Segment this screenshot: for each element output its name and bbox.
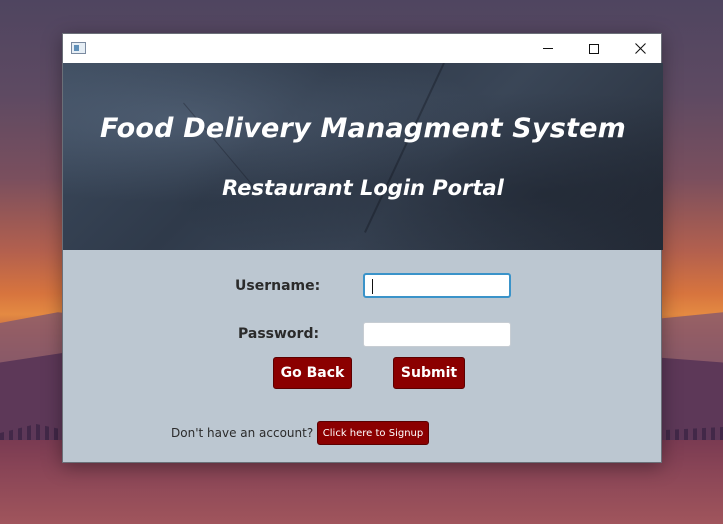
banner-texture	[364, 63, 445, 233]
signup-prompt: Don't have an account?	[171, 426, 314, 440]
header-banner: Food Delivery Managment System Restauran…	[63, 63, 663, 250]
close-icon	[634, 43, 646, 54]
portal-subtitle: Restaurant Login Portal	[222, 176, 504, 200]
text-caret	[372, 279, 373, 294]
minimize-icon	[543, 48, 553, 49]
username-label: Username:	[235, 278, 321, 294]
minimize-button[interactable]	[525, 34, 571, 63]
login-window: Food Delivery Managment System Restauran…	[62, 33, 663, 463]
go-back-button[interactable]: Go Back	[273, 357, 352, 389]
app-title: Food Delivery Managment System	[100, 113, 626, 144]
submit-button[interactable]: Submit	[393, 357, 465, 389]
signup-button[interactable]: Click here to Signup	[317, 421, 429, 445]
window-app-icon	[71, 42, 86, 54]
maximize-icon	[589, 43, 599, 54]
close-button[interactable]	[617, 34, 663, 63]
maximize-button[interactable]	[571, 34, 617, 63]
password-label: Password:	[238, 326, 320, 342]
title-bar[interactable]	[63, 34, 661, 63]
username-field[interactable]	[363, 273, 511, 298]
password-field[interactable]	[363, 322, 511, 347]
